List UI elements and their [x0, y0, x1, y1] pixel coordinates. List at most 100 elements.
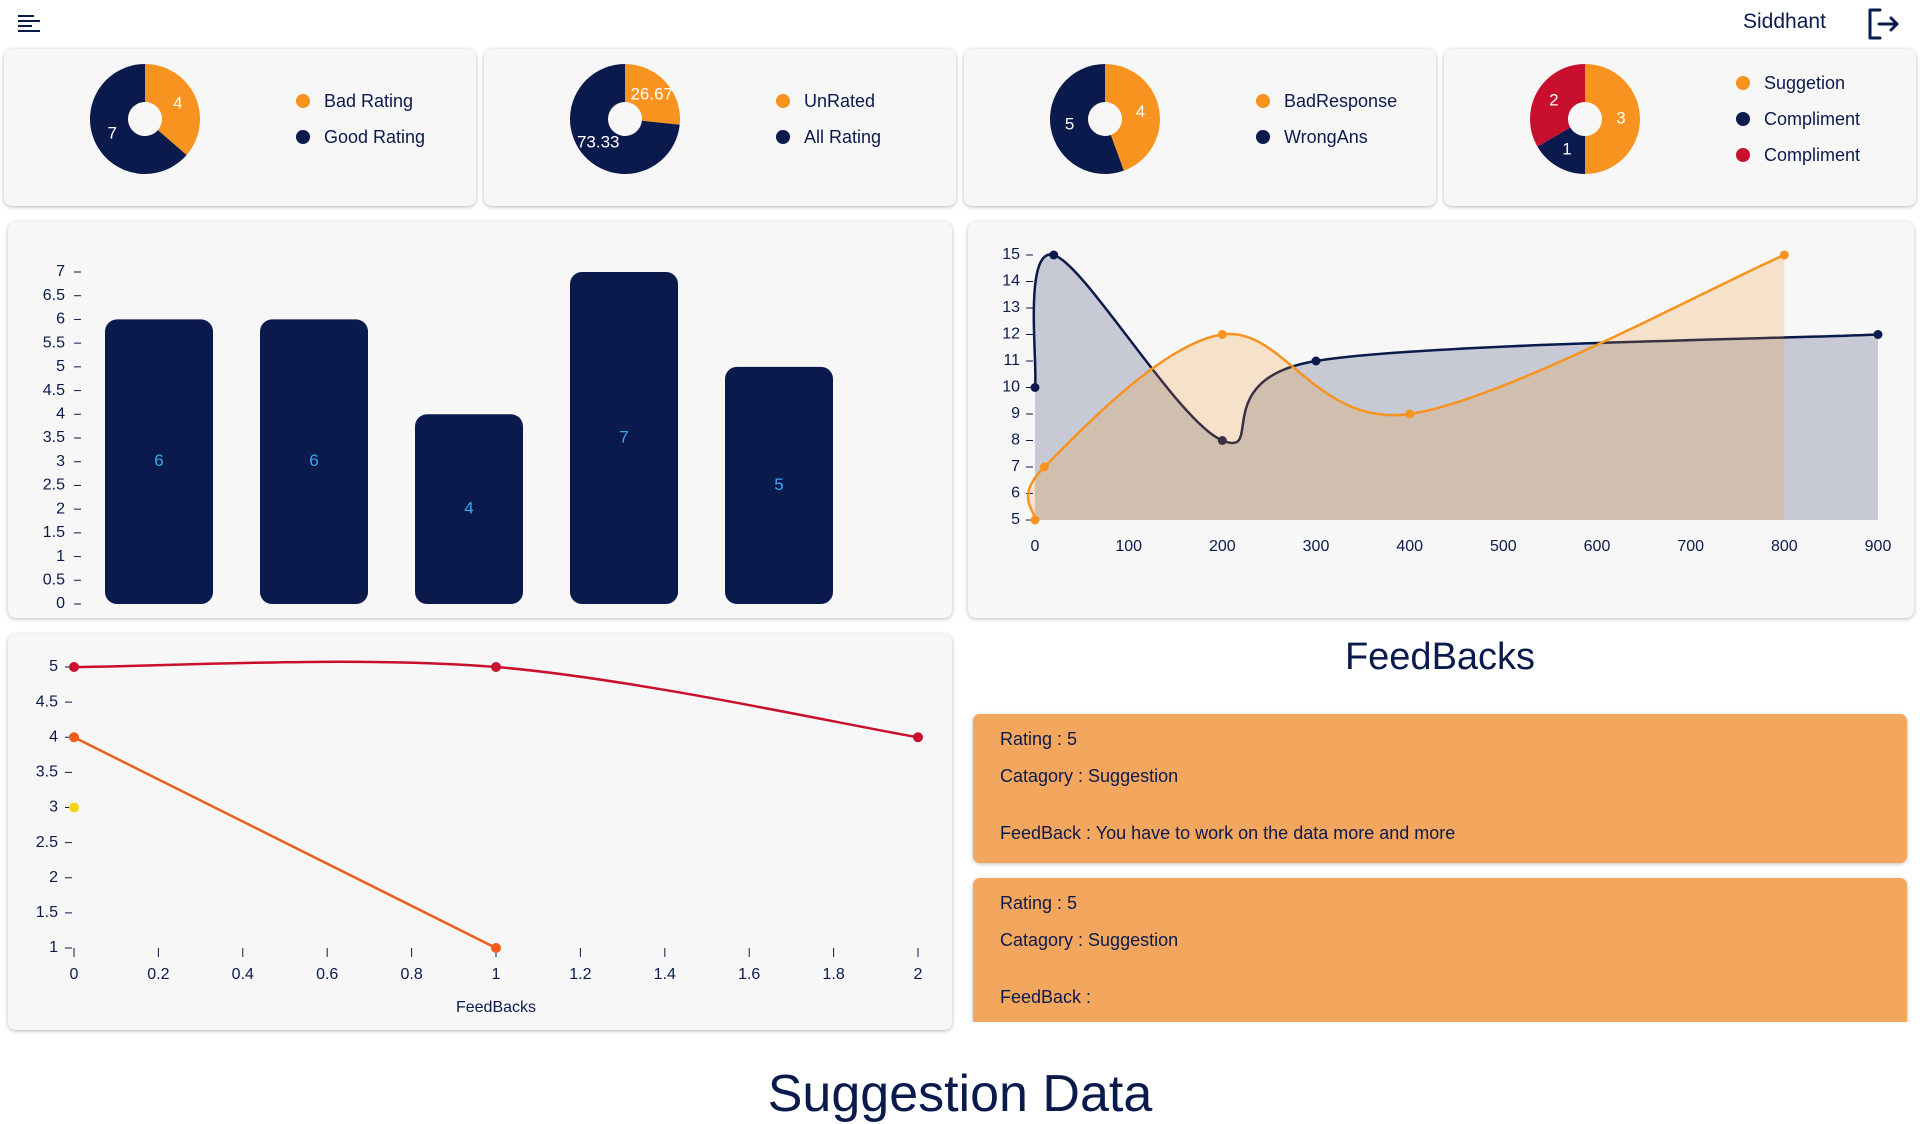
y-tick-label: 3 — [56, 453, 65, 470]
logout-icon[interactable] — [1866, 7, 1902, 41]
pie-slice-label: 4 — [173, 94, 182, 113]
legend-item-all-rating[interactable]: All Rating — [776, 125, 881, 149]
data-point — [1217, 330, 1227, 339]
y-tick-label: 13 — [1002, 299, 1020, 316]
y-tick-label: 0 — [56, 595, 65, 612]
y-tick-label: 2.5 — [43, 477, 65, 494]
y-tick-label: 10 — [1002, 379, 1020, 396]
legend-dot — [776, 130, 790, 144]
pie-slice-label: 1 — [1562, 140, 1571, 159]
legend-label: Suggetion — [1764, 72, 1846, 93]
feedback-category: Catagory : Suggestion — [1000, 766, 1179, 786]
feedback-rating: Rating : 5 — [1000, 729, 1078, 749]
y-tick-label: 11 — [1003, 352, 1020, 369]
legend-item-unrated[interactable]: UnRated — [776, 89, 875, 113]
pie-slice-label: 5 — [1065, 115, 1074, 134]
x-tick-label: 1 — [492, 966, 501, 983]
legend-label: Good Rating — [324, 126, 426, 147]
x-tick-label: 0.6 — [316, 966, 338, 983]
legend-dot — [1736, 76, 1750, 90]
x-tick-label: 300 — [1303, 538, 1330, 555]
data-point — [1030, 515, 1040, 525]
legend-label: Bad Rating — [324, 90, 414, 111]
series-line — [73, 736, 497, 950]
pie-card-categories: 3 1 2 Suggetion Compliment Compliment — [1444, 49, 1916, 206]
pie-slice-label: 3 — [1616, 108, 1625, 127]
y-tick-label: 1.5 — [43, 524, 65, 541]
data-point — [1405, 409, 1415, 419]
legend-dot — [296, 130, 310, 144]
y-tick-label: 8 — [1011, 432, 1020, 449]
data-point — [491, 943, 501, 953]
data-point — [1779, 250, 1789, 260]
legend-item-wrong-ans[interactable]: WrongAns — [1256, 125, 1368, 149]
x-tick-label: 1.8 — [822, 966, 844, 983]
bar-chart-card: 0 0.5 1 1.5 2 2.5 3 3.5 4 4.5 5 5.5 6 6.5 7 6 6 4 7 5 — [8, 222, 952, 618]
y-tick-label: 5 — [49, 658, 58, 675]
username[interactable]: Siddhant — [1743, 10, 1826, 34]
x-tick-label: 0.8 — [400, 966, 422, 983]
menu-icon[interactable] — [18, 14, 42, 34]
legend-item-bad-rating[interactable]: Bad Rating — [296, 89, 413, 113]
feedback-text: FeedBack : — [1000, 987, 1092, 1007]
legend-label: BadResponse — [1284, 90, 1398, 111]
y-tick-label: 4 — [49, 728, 58, 745]
y-tick-label: 2.5 — [36, 834, 58, 851]
y-tick-label: 6.5 — [43, 287, 65, 304]
y-tick-label: 7 — [1011, 458, 1020, 475]
bar-value-label: 7 — [619, 427, 628, 446]
feedback-card[interactable]: Rating : 5 Catagory : Suggestion FeedBac… — [973, 878, 1907, 1022]
legend-item-good-rating[interactable]: Good Rating — [296, 125, 425, 149]
bar-value-label: 4 — [464, 499, 473, 518]
pie-card-ratings: 4 7 Bad Rating Good Rating — [4, 49, 476, 206]
legend-label: WrongAns — [1284, 126, 1368, 147]
data-point — [1030, 383, 1040, 392]
legend-dot — [1256, 94, 1270, 108]
legend-label: Compliment — [1764, 144, 1861, 165]
y-tick-label: 4 — [56, 406, 65, 423]
legend-label: All Rating — [804, 126, 882, 147]
legend-item-suggetion[interactable]: Suggetion — [1736, 71, 1845, 95]
x-tick-label: 0 — [70, 966, 79, 983]
y-tick-label: 12 — [1002, 326, 1020, 343]
y-tick-label: 5 — [56, 358, 65, 375]
x-tick-label: 900 — [1865, 538, 1892, 555]
pie-slice-label: 2 — [1549, 90, 1558, 109]
section-title: Suggestion Data — [767, 1065, 1153, 1123]
legend-item-compliment-2[interactable]: Compliment — [1736, 143, 1860, 167]
legend-dot — [776, 94, 790, 108]
x-tick-label: 0 — [1031, 538, 1040, 555]
legend-dot — [1256, 130, 1270, 144]
bar-value-label: 6 — [154, 451, 163, 470]
legend-dot — [296, 94, 310, 108]
legend-dot — [1736, 148, 1750, 162]
y-tick-label: 9 — [1011, 405, 1020, 422]
y-tick-label: 2 — [49, 869, 58, 886]
x-tick-label: 1.6 — [738, 966, 760, 983]
y-tick-label: 3.5 — [36, 764, 58, 781]
feedbacks-list[interactable]: Rating : 5 Catagory : Suggestion FeedBac… — [966, 710, 1920, 1022]
area-chart-card: 5 6 7 8 9 10 11 12 13 14 15 0 100 200 300 400 500 600 700 8… — [968, 222, 1914, 618]
feedbacks-title: FeedBacks — [1344, 636, 1536, 678]
data-point — [1049, 250, 1059, 260]
y-tick-label: 3.5 — [43, 429, 65, 446]
y-tick-label: 2 — [56, 500, 65, 517]
y-tick-label: 7 — [56, 263, 65, 280]
feedback-card[interactable]: Rating : 5 Catagory : Suggestion FeedBac… — [973, 714, 1907, 863]
x-tick-label: 700 — [1677, 538, 1704, 555]
x-tick-label: 200 — [1209, 538, 1236, 555]
y-tick-label: 1.5 — [36, 904, 58, 921]
y-tick-label: 1 — [49, 939, 58, 956]
legend-item-bad-response[interactable]: BadResponse — [1256, 89, 1397, 113]
x-tick-label: 100 — [1115, 538, 1142, 555]
y-tick-label: 1 — [56, 548, 65, 565]
x-tick-label: 0.2 — [147, 966, 169, 983]
data-point — [69, 732, 79, 743]
x-tick-label: 1.2 — [569, 966, 591, 983]
x-tick-label: 0.4 — [232, 966, 254, 983]
pie-slice-label: 73.33 — [577, 133, 620, 152]
data-point — [69, 662, 79, 672]
legend-item-compliment[interactable]: Compliment — [1736, 107, 1860, 131]
pie-slice-label: 7 — [108, 123, 117, 142]
top-bar: Siddhant — [0, 0, 1920, 48]
